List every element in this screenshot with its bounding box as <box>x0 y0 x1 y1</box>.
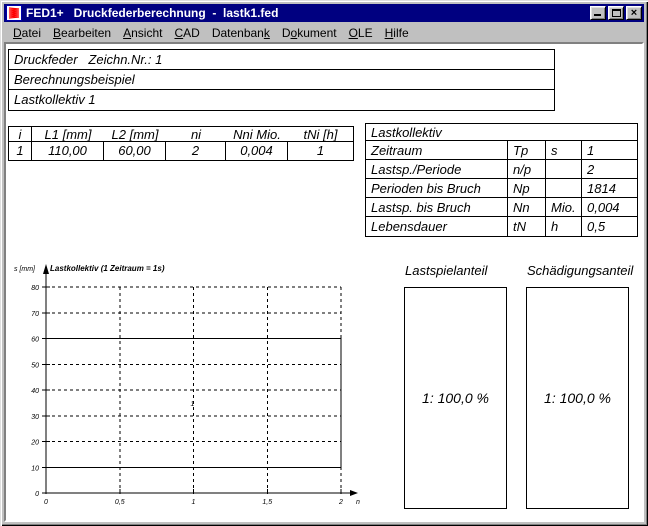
x-tick-label: 0 <box>44 499 48 506</box>
drawing-info-box: Druckfeder Zeichn.Nr.: 1 Berechnungsbeis… <box>8 49 555 111</box>
result-row-unit: s <box>546 141 582 160</box>
minimize-button[interactable] <box>590 6 606 20</box>
load-table-cell: 60,00 <box>104 142 166 160</box>
result-table-title: Lastkollektiv <box>366 124 637 141</box>
menu-item-ole[interactable]: OLE <box>343 24 379 42</box>
load-cases-table: iL1 [mm]L2 [mm]niNni Mio.tNi [h]1110,006… <box>8 126 354 161</box>
result-row-symbol: Np <box>508 179 546 198</box>
y-tick-label: 30 <box>31 414 39 421</box>
menu-item-ansicht[interactable]: Ansicht <box>117 24 168 42</box>
result-row-symbol: Nn <box>508 198 546 217</box>
result-row-unit <box>546 179 582 198</box>
x-tick-label: 1,5 <box>262 499 272 506</box>
title-bar: FED1+ Druckfederberechnung - lastk1.fed … <box>4 4 644 22</box>
load-table-cell: 110,00 <box>32 142 104 160</box>
maximize-button[interactable] <box>608 6 624 20</box>
result-table-row: Lastsp./Perioden/p 2 <box>366 160 637 179</box>
x-tick-label: 0,5 <box>115 499 125 506</box>
menu-item-dokument[interactable]: Dokument <box>276 24 343 42</box>
damage-share-title: Schädigungsanteil <box>527 263 633 278</box>
y-tick-label: 80 <box>31 285 39 292</box>
close-button[interactable]: × <box>626 6 642 20</box>
result-row-label: Lastsp./Periode <box>366 160 508 179</box>
load-table-header-cell: tNi [h] <box>288 127 353 142</box>
x-axis-label: n <box>356 499 360 506</box>
result-row-value: 1 <box>582 141 637 160</box>
result-row-value: 2 <box>582 160 637 179</box>
close-icon: × <box>631 8 637 19</box>
menu-item-datenbank[interactable]: Datenbank <box>206 24 276 42</box>
menu-item-hilfe[interactable]: Hilfe <box>379 24 415 42</box>
x-tick-label: 1 <box>192 499 196 506</box>
y-tick-label: 0 <box>35 491 39 498</box>
result-row-label: Lebensdauer <box>366 217 508 236</box>
damage-share-panel: 1: 100,0 % <box>526 287 629 509</box>
x-axis-arrow <box>350 490 358 496</box>
load-table-header-cell: L2 [mm] <box>104 127 166 142</box>
menu-item-datei[interactable]: Datei <box>7 24 47 42</box>
result-row-symbol: n/p <box>508 160 546 179</box>
result-row-symbol: Tp <box>508 141 546 160</box>
load-cycle-share-panel: 1: 100,0 % <box>404 287 507 509</box>
load-table-header-cell: L1 [mm] <box>32 127 104 142</box>
load-collective-chart: 00,511,52010203040506070801s [mm]nLastko… <box>6 252 384 518</box>
load-table-cell: 1 <box>9 142 32 160</box>
result-row-value: 0,5 <box>582 217 637 236</box>
result-table-rows: ZeitraumTps1Lastsp./Perioden/p2Perioden … <box>366 141 637 236</box>
result-row-value: 0,004 <box>582 198 637 217</box>
result-table-row: LebensdauertNh0,5 <box>366 217 637 236</box>
result-table-row: Perioden bis BruchNp 1814 <box>366 179 637 198</box>
info-row-drawing: Druckfeder Zeichn.Nr.: 1 <box>9 50 554 70</box>
damage-share-value: 1: 100,0 % <box>527 390 628 406</box>
result-row-unit: Mio. <box>546 198 582 217</box>
load-table-header-cell: Nni Mio. <box>226 127 288 142</box>
result-row-value: 1814 <box>582 179 637 198</box>
result-row-label: Perioden bis Bruch <box>366 179 508 198</box>
app-window: FED1+ Druckfederberechnung - lastk1.fed … <box>0 0 648 526</box>
y-tick-label: 20 <box>30 440 39 447</box>
result-table-row: Lastsp. bis BruchNnMio.0,004 <box>366 198 637 217</box>
minimize-icon <box>594 14 601 16</box>
load-table-header-cell: i <box>9 127 32 142</box>
chart-title: Lastkollektiv (1 Zeitraum = 1s) <box>50 264 165 273</box>
y-tick-label: 50 <box>31 362 39 369</box>
load-collective-result-table: Lastkollektiv ZeitraumTps1Lastsp./Period… <box>365 123 638 237</box>
y-tick-label: 60 <box>31 337 39 344</box>
app-spring-icon <box>6 5 22 21</box>
block-label: 1 <box>191 401 195 408</box>
result-table-row: ZeitraumTps1 <box>366 141 637 160</box>
result-row-unit <box>546 160 582 179</box>
window-title: FED1+ Druckfederberechnung - lastk1.fed <box>26 4 588 22</box>
menu-bar: DateiBearbeitenAnsichtCADDatenbankDokume… <box>4 23 644 42</box>
y-tick-label: 40 <box>31 388 39 395</box>
load-table-cell: 1 <box>288 142 353 160</box>
y-tick-label: 10 <box>31 465 39 472</box>
load-cycle-share-value: 1: 100,0 % <box>405 390 506 406</box>
client-area: Druckfeder Zeichn.Nr.: 1 Berechnungsbeis… <box>4 42 644 522</box>
menu-item-bearbeiten[interactable]: Bearbeiten <box>47 24 117 42</box>
y-axis-label: s [mm] <box>14 266 36 273</box>
load-table-header-cell: ni <box>166 127 226 142</box>
result-row-symbol: tN <box>508 217 546 236</box>
load-table-header-row: iL1 [mm]L2 [mm]niNni Mio.tNi [h] <box>9 127 353 142</box>
info-row-collective: Lastkollektiv 1 <box>9 90 554 110</box>
maximize-icon <box>612 9 621 17</box>
result-row-label: Zeitraum <box>366 141 508 160</box>
result-row-unit: h <box>546 217 582 236</box>
result-row-label: Lastsp. bis Bruch <box>366 198 508 217</box>
load-table-row: 1110,0060,0020,0041 <box>9 142 353 160</box>
y-axis-arrow <box>43 264 49 274</box>
x-tick-label: 2 <box>338 499 343 506</box>
load-cycle-share-title: Lastspielanteil <box>405 263 487 278</box>
info-row-description: Berechnungsbeispiel <box>9 70 554 90</box>
load-table-cell: 0,004 <box>226 142 288 160</box>
load-table-cell: 2 <box>166 142 226 160</box>
y-tick-label: 70 <box>31 311 39 318</box>
menu-item-cad[interactable]: CAD <box>168 24 205 42</box>
